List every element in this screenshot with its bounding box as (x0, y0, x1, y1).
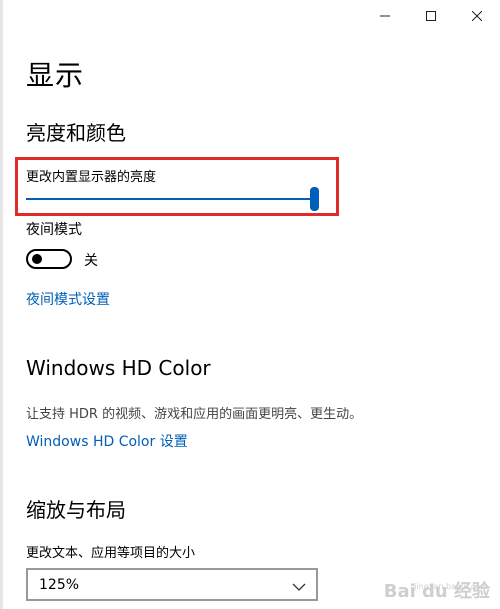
night-mode-toggle-state: 关 (84, 253, 98, 269)
brightness-slider-track[interactable] (26, 198, 316, 200)
minimize-button[interactable] (362, 0, 408, 32)
watermark-logo: Bai du 经验 (383, 581, 490, 602)
toggle-knob (32, 254, 42, 264)
chevron-down-icon (292, 578, 306, 597)
window-left-border (0, 0, 3, 609)
scale-dropdown-value: 125% (39, 577, 80, 593)
scale-layout-heading: 缩放与布局 (26, 498, 126, 522)
maximize-button[interactable] (408, 0, 454, 32)
window-controls (362, 0, 500, 32)
scale-dropdown[interactable]: 125% (26, 568, 318, 601)
brightness-slider-label: 更改内置显示器的亮度 (26, 170, 157, 185)
close-button[interactable] (454, 0, 500, 32)
page-title: 显示 (26, 59, 85, 92)
minimize-icon (380, 11, 390, 21)
hd-color-description: 让支持 HDR 的视频、游戏和应用的画面更明亮、更生动。 (26, 407, 363, 422)
night-mode-settings-link[interactable]: 夜间模式设置 (26, 289, 110, 309)
brightness-section-heading: 亮度和颜色 (26, 121, 126, 145)
hd-color-settings-link[interactable]: Windows HD Color 设置 (26, 431, 188, 451)
night-mode-toggle[interactable] (26, 249, 72, 269)
close-icon (472, 11, 482, 21)
scale-size-label: 更改文本、应用等项目的大小 (26, 546, 196, 561)
maximize-icon (426, 11, 436, 21)
night-mode-label: 夜间模式 (26, 222, 82, 238)
hd-color-heading: Windows HD Color (26, 356, 211, 380)
brightness-slider-thumb[interactable] (310, 187, 319, 211)
